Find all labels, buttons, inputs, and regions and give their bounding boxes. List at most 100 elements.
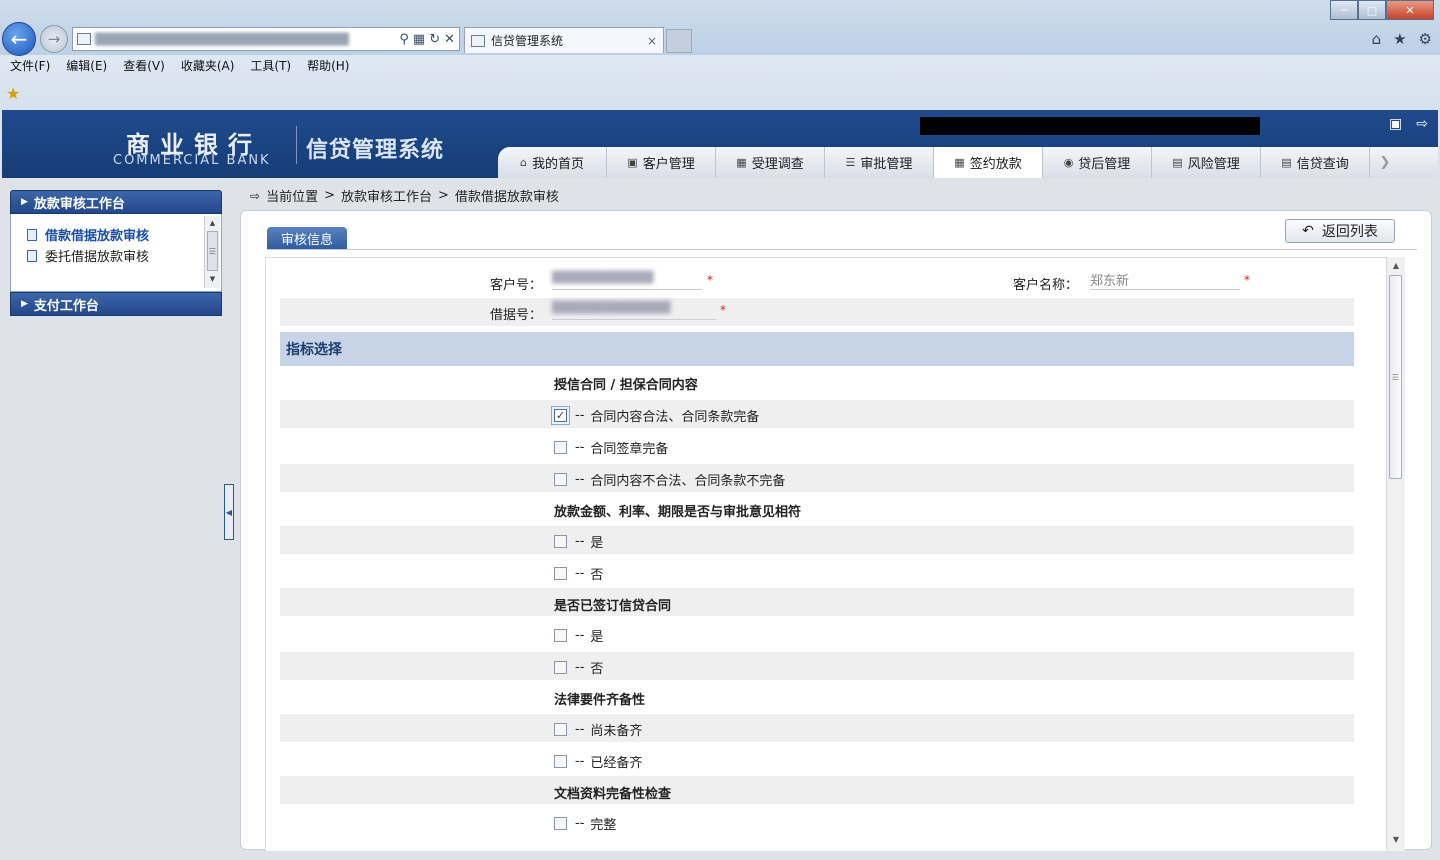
option-legal-complete[interactable]: -- 已经备齐 xyxy=(554,752,642,771)
option-row xyxy=(280,464,1354,492)
option-signed-yes[interactable]: -- 是 xyxy=(554,626,603,645)
back-button[interactable]: ← xyxy=(2,22,36,56)
scroll-thumb[interactable]: ☰ xyxy=(207,231,218,271)
checkbox[interactable] xyxy=(554,817,567,830)
scroll-down-icon[interactable]: ▼ xyxy=(205,272,220,286)
tab-label: 受理调查 xyxy=(751,157,804,172)
refresh-icon[interactable]: ↻ xyxy=(429,32,440,47)
triangle-left-icon: ◀ xyxy=(225,507,233,517)
tab-post-loan[interactable]: ◉ 贷后管理 xyxy=(1043,147,1152,178)
scroll-thumb[interactable]: ☰ xyxy=(1389,275,1402,479)
checkbox[interactable] xyxy=(554,661,567,674)
menu-view[interactable]: 查看(V) xyxy=(123,57,165,77)
monitor-icon[interactable]: ▣ xyxy=(1389,116,1402,132)
group-title-document-check: 文档资料完备性检查 xyxy=(554,787,672,802)
star-icon[interactable]: ★ xyxy=(1393,30,1406,48)
option-dash: -- xyxy=(575,660,585,675)
group-title-contract-signed: 是否已签订信贷合同 xyxy=(554,599,672,614)
option-dash: -- xyxy=(575,628,585,643)
customer-name-field[interactable]: 郑东新 xyxy=(1090,270,1240,290)
stop-icon[interactable]: ✕ xyxy=(444,32,455,47)
maximize-button[interactable]: □ xyxy=(1358,0,1386,20)
option-amount-no[interactable]: -- 否 xyxy=(554,564,603,583)
option-dash: -- xyxy=(575,754,585,769)
tab-review-info[interactable]: 审核信息 xyxy=(267,227,347,249)
checkbox[interactable] xyxy=(554,473,567,486)
return-arrow-icon: ↶ xyxy=(1302,223,1314,239)
menu-help[interactable]: 帮助(H) xyxy=(307,57,349,77)
checkbox[interactable] xyxy=(554,567,567,580)
sidebar-section-label: 支付工作台 xyxy=(33,298,99,314)
sidebar-section-loan-review[interactable]: ▶ 放款审核工作台 xyxy=(10,190,222,214)
tab-risk[interactable]: ▤ 风险管理 xyxy=(1152,147,1261,178)
tab-customer[interactable]: ▣ 客户管理 xyxy=(607,147,716,178)
group-row xyxy=(280,776,1354,804)
sidebar-scrollbar[interactable]: ▲ ☰ ▼ xyxy=(204,216,220,288)
scroll-up-icon[interactable]: ▲ xyxy=(205,216,220,230)
customer-no-field[interactable]: ████████████ xyxy=(552,270,702,290)
logout-icon[interactable]: ⇨ xyxy=(1416,116,1428,132)
forward-button[interactable]: → xyxy=(40,25,68,53)
sidebar-collapse-handle[interactable]: ◀ xyxy=(224,484,234,540)
tab-label: 信贷查询 xyxy=(1296,157,1349,172)
tab-approval[interactable]: ☰ 审批管理 xyxy=(825,147,934,178)
minimize-button[interactable]: ─ xyxy=(1330,0,1358,20)
address-url[interactable]: ██████████████████████████████ xyxy=(95,33,395,46)
tab-close-button[interactable]: × xyxy=(647,34,657,48)
checkbox-checked[interactable]: ✓ xyxy=(551,406,570,425)
option-label: 合同内容不合法、合同条款不完备 xyxy=(590,474,786,489)
scroll-up-icon[interactable]: ▲ xyxy=(1387,257,1405,273)
option-contract-illegal[interactable]: -- 合同内容不合法、合同条款不完备 xyxy=(554,470,785,489)
new-tab-button[interactable] xyxy=(666,29,692,53)
option-dash: -- xyxy=(575,566,585,581)
loan-no-field[interactable]: ██████████████ xyxy=(552,300,716,320)
menu-favorites[interactable]: 收藏夹(A) xyxy=(181,57,235,77)
nav-more-button[interactable]: ❯ xyxy=(1370,147,1400,178)
checkbox[interactable] xyxy=(554,441,567,454)
option-contract-signed[interactable]: -- 合同签章完备 xyxy=(554,438,668,457)
option-signed-no[interactable]: -- 否 xyxy=(554,658,603,677)
search-icon[interactable]: ⚲ xyxy=(399,32,409,47)
group-title-amount-match: 放款金额、利率、期限是否与审批意见相符 xyxy=(554,505,802,520)
checkbox[interactable] xyxy=(554,755,567,768)
checkbox[interactable] xyxy=(554,723,567,736)
tab-investigation[interactable]: ▦ 受理调查 xyxy=(716,147,825,178)
option-legal-incomplete[interactable]: -- 尚未备齐 xyxy=(554,720,642,739)
review-form: 客户号： ████████████ * 客户名称： 郑东新 * 借据号： ███… xyxy=(265,257,1387,851)
form-scrollbar[interactable]: ▲ ☰ ▼ xyxy=(1387,257,1405,851)
checkbox[interactable] xyxy=(554,535,567,548)
option-label: 否 xyxy=(590,662,604,677)
tab-divider xyxy=(267,249,1417,250)
tab-query[interactable]: ▤ 信贷查询 xyxy=(1261,147,1370,178)
return-list-button[interactable]: ↶ 返回列表 xyxy=(1285,219,1395,243)
address-bar[interactable]: ██████████████████████████████ ⚲ ▦ ↻ ✕ xyxy=(72,27,460,51)
option-amount-yes[interactable]: -- 是 xyxy=(554,532,603,551)
checkbox[interactable] xyxy=(554,629,567,642)
tab-signing[interactable]: ▦ 签约放款 xyxy=(934,147,1043,178)
menu-tools[interactable]: 工具(T) xyxy=(250,57,291,77)
option-label: 合同内容合法、合同条款完备 xyxy=(590,410,760,425)
option-dash: -- xyxy=(575,534,585,549)
sidebar-section-payment[interactable]: ▶ 支付工作台 xyxy=(10,292,222,316)
scroll-down-icon[interactable]: ▼ xyxy=(1387,831,1405,847)
return-list-label: 返回列表 xyxy=(1321,224,1378,240)
favorites-star-icon[interactable]: ★ xyxy=(6,84,20,103)
sidebar-item-entrusted-review[interactable]: 委托借据放款审核 xyxy=(11,245,221,266)
close-window-button[interactable]: ✕ xyxy=(1386,0,1434,20)
document-icon xyxy=(27,228,37,241)
gear-icon[interactable]: ⚙ xyxy=(1419,30,1432,48)
option-contract-legal[interactable]: ✓ -- 合同内容合法、合同条款完备 xyxy=(551,406,760,425)
compat-view-icon[interactable]: ▦ xyxy=(413,32,425,47)
breadcrumb: ⇨ 当前位置 > 放款审核工作台 > 借款借据放款审核 xyxy=(250,186,559,205)
bank-name-en: COMMERCIAL BANK xyxy=(113,153,271,168)
browser-tab[interactable]: 信贷管理系统 × xyxy=(464,27,664,53)
sidebar-item-loan-review[interactable]: 借款借据放款审核 xyxy=(11,224,221,245)
menu-edit[interactable]: 编辑(E) xyxy=(66,57,107,77)
tab-label: 风险管理 xyxy=(1187,157,1240,172)
option-docs-complete[interactable]: -- 完整 xyxy=(554,814,616,833)
menu-file[interactable]: 文件(F) xyxy=(10,57,50,77)
breadcrumb-level1[interactable]: 放款审核工作台 xyxy=(341,186,432,205)
tab-home[interactable]: ⌂ 我的首页 xyxy=(498,147,607,178)
document-icon xyxy=(27,249,37,262)
home-icon[interactable]: ⌂ xyxy=(1372,30,1382,48)
